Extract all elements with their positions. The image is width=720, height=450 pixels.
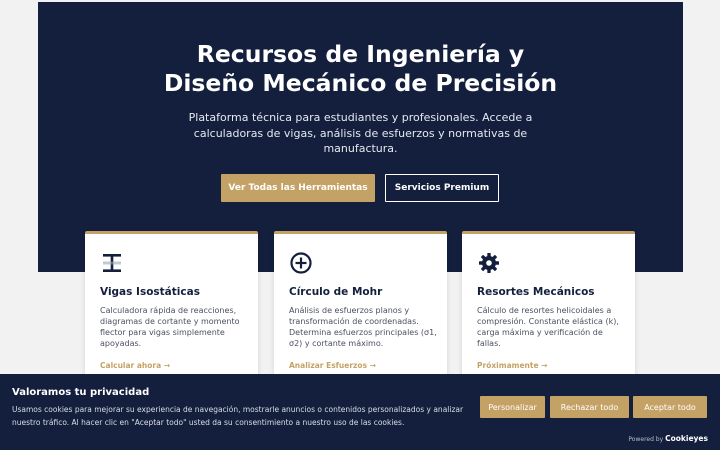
card-beams: Vigas Isostáticas Calculadora rápida de …	[85, 231, 258, 391]
card-mohr-circle: Círculo de Mohr Análisis de esfuerzos pl…	[274, 231, 447, 391]
powered-by[interactable]: Powered by Cookieyes	[628, 434, 708, 443]
card-description: Cálculo de resortes helicoidales a compr…	[477, 306, 619, 348]
cookieyes-logo: Cookieyes	[665, 434, 708, 443]
gear-icon	[479, 253, 499, 273]
view-all-tools-button[interactable]: Ver Todas las Herramientas	[221, 174, 375, 202]
powered-by-label: Powered by	[628, 436, 664, 443]
plus-circle-icon	[290, 252, 312, 274]
analyze-stress-link[interactable]: Analizar Esfuerzos →	[289, 361, 376, 370]
hero-title: Recursos de Ingeniería y Diseño Mecánico…	[38, 40, 683, 98]
card-title: Vigas Isostáticas	[100, 286, 200, 298]
calculate-now-link[interactable]: Calcular ahora →	[100, 361, 170, 370]
customize-button[interactable]: Personalizar	[480, 396, 545, 418]
reject-all-button[interactable]: Rechazar todo	[550, 396, 629, 418]
cookie-text: Usamos cookies para mejorar su experienc…	[12, 405, 464, 427]
hero-title-line2: Diseño Mecánico de Precisión	[163, 69, 558, 97]
card-title: Círculo de Mohr	[289, 286, 383, 298]
cookie-banner: Valoramos tu privacidad Usamos cookies p…	[0, 374, 720, 450]
hero-subtitle: Plataforma técnica para estudiantes y pr…	[188, 111, 533, 155]
accept-all-button[interactable]: Aceptar todo	[633, 396, 707, 418]
hero-title-line1: Recursos de Ingeniería y	[196, 40, 525, 68]
beam-icon	[103, 254, 121, 272]
card-description: Calculadora rápida de reacciones, diagra…	[100, 306, 240, 348]
coming-soon-link[interactable]: Próximamente →	[477, 361, 547, 370]
card-title: Resortes Mecánicos	[477, 286, 595, 298]
card-springs: Resortes Mecánicos Cálculo de resortes h…	[462, 231, 635, 391]
premium-services-button[interactable]: Servicios Premium	[385, 174, 499, 202]
card-description: Análisis de esfuerzos planos y transform…	[289, 306, 437, 348]
cookie-title: Valoramos tu privacidad	[12, 387, 150, 398]
